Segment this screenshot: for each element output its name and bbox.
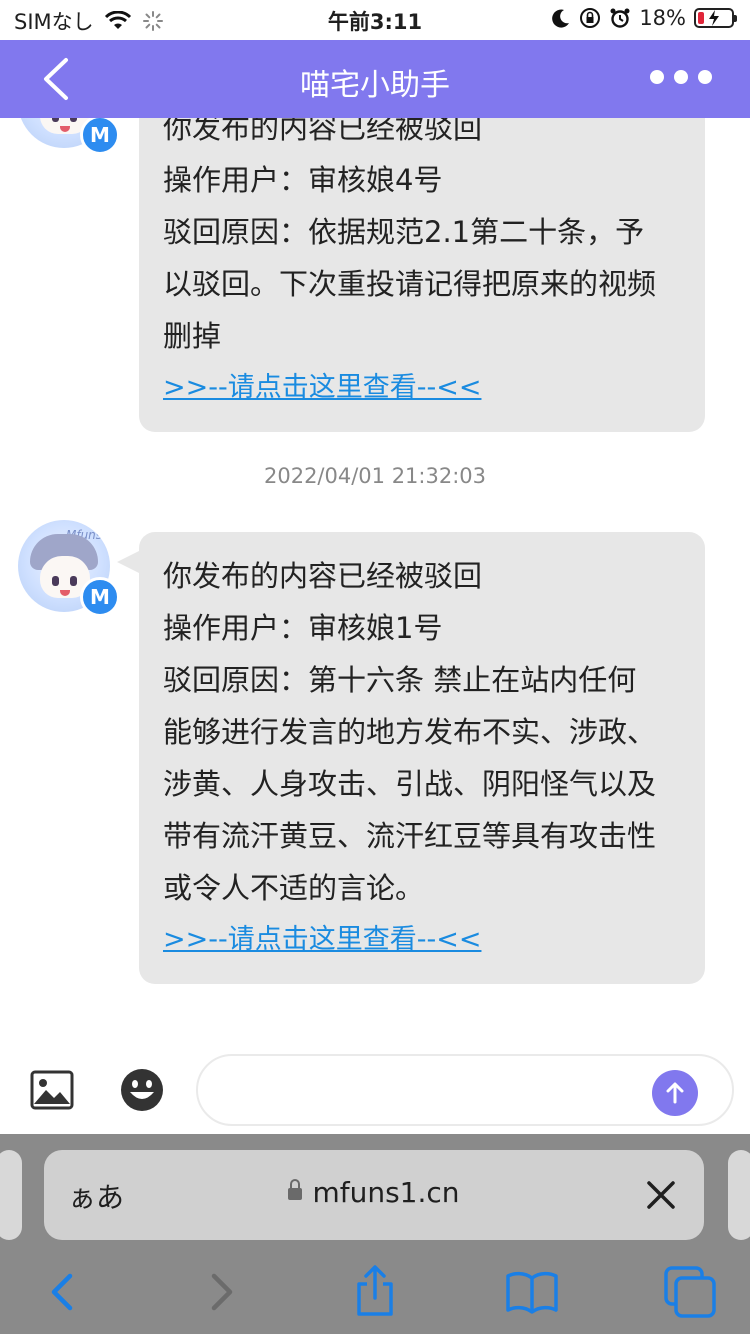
view-details-link[interactable]: >>--请点击这里查看--<< [163,362,481,414]
message-line: 或令人不适的言论。 [163,871,425,905]
message-bubble[interactable]: 你发布的内容已经被驳回 操作用户：审核娘4号 驳回原因：依据规范2.1第二十条，… [139,118,705,432]
dot [650,70,664,84]
message-line: 带有流汗黄豆、流汗红豆等具有攻击性 [163,819,657,853]
message-line: 涉黄、人身攻击、引战、阴阳怪气以及 [163,767,657,801]
battery-fill [698,12,704,24]
lock-icon [288,1179,303,1200]
emoji-icon[interactable] [120,1068,164,1112]
orientation-lock-icon [580,8,601,28]
image-icon[interactable] [30,1070,74,1110]
battery-icon [694,8,737,28]
message-line: 你发布的内容已经被驳回 [163,118,483,145]
alarm-icon [610,8,630,28]
message-text-field[interactable] [222,1056,666,1126]
message-bubble[interactable]: 你发布的内容已经被驳回 操作用户：审核娘1号 驳回原因：第十六条 禁止在站内任何… [117,532,705,984]
safari-back-icon[interactable] [36,1264,92,1320]
avatar-eye [52,576,59,586]
message-line: 操作用户：审核娘1号 [163,611,443,645]
tabs-icon[interactable] [662,1264,718,1320]
bubble-tail [117,550,141,574]
avatar-badge: M [80,577,120,617]
status-bar: SIMなし 午前3:11 18% [0,0,750,40]
chat-area[interactable]: M 你发布的内容已经被驳回 操作用户：审核娘4号 驳回原因：依据规范2.1第二十… [0,118,750,1050]
moon-icon [552,9,570,28]
message-line: 以驳回。下次重投请记得把原来的视频 [163,267,657,301]
message-line: 你发布的内容已经被驳回 [163,559,483,593]
send-button[interactable] [652,1070,698,1116]
message-line: 驳回原因：依据规范2.1第二十条，予 [163,215,645,249]
url-text: mfuns1.cn [312,1176,460,1209]
previous-tab-peek[interactable] [0,1150,22,1240]
app-header: 喵宅小助手 [0,40,750,118]
close-icon[interactable] [642,1176,680,1214]
url-display[interactable]: mfuns1.cn [44,1176,704,1209]
page-title: 喵宅小助手 [300,68,450,103]
avatar-badge: M [80,118,120,155]
message-line: 操作用户：审核娘4号 [163,163,443,197]
status-right: 18% [551,6,737,30]
share-icon[interactable] [347,1264,403,1320]
message-line: 能够进行发言的地方发布不实、涉政、 [163,715,657,749]
bookmarks-icon[interactable] [504,1264,560,1320]
message-line: 驳回原因：第十六条 禁止在站内任何 [163,663,637,697]
address-bar[interactable]: ぁあ mfuns1.cn [44,1150,704,1240]
view-details-link[interactable]: >>--请点击这里查看--<< [163,914,481,966]
dot [698,70,712,84]
battery-percent: 18% [639,6,686,30]
message-line: 删掉 [163,319,222,353]
safari-forward-icon[interactable] [192,1264,248,1320]
message-input-bar [0,1050,750,1134]
message-timestamp: 2022/04/01 21:32:03 [263,464,487,488]
message-input[interactable] [196,1054,734,1126]
browser-nav-row [0,1264,750,1324]
more-dots-icon[interactable] [650,64,712,90]
next-tab-peek[interactable] [728,1150,750,1240]
send-arrow-icon [666,1082,684,1104]
avatar-eye [70,576,77,586]
dot [674,70,688,84]
browser-toolbar: ぁあ mfuns1.cn [0,1134,750,1334]
